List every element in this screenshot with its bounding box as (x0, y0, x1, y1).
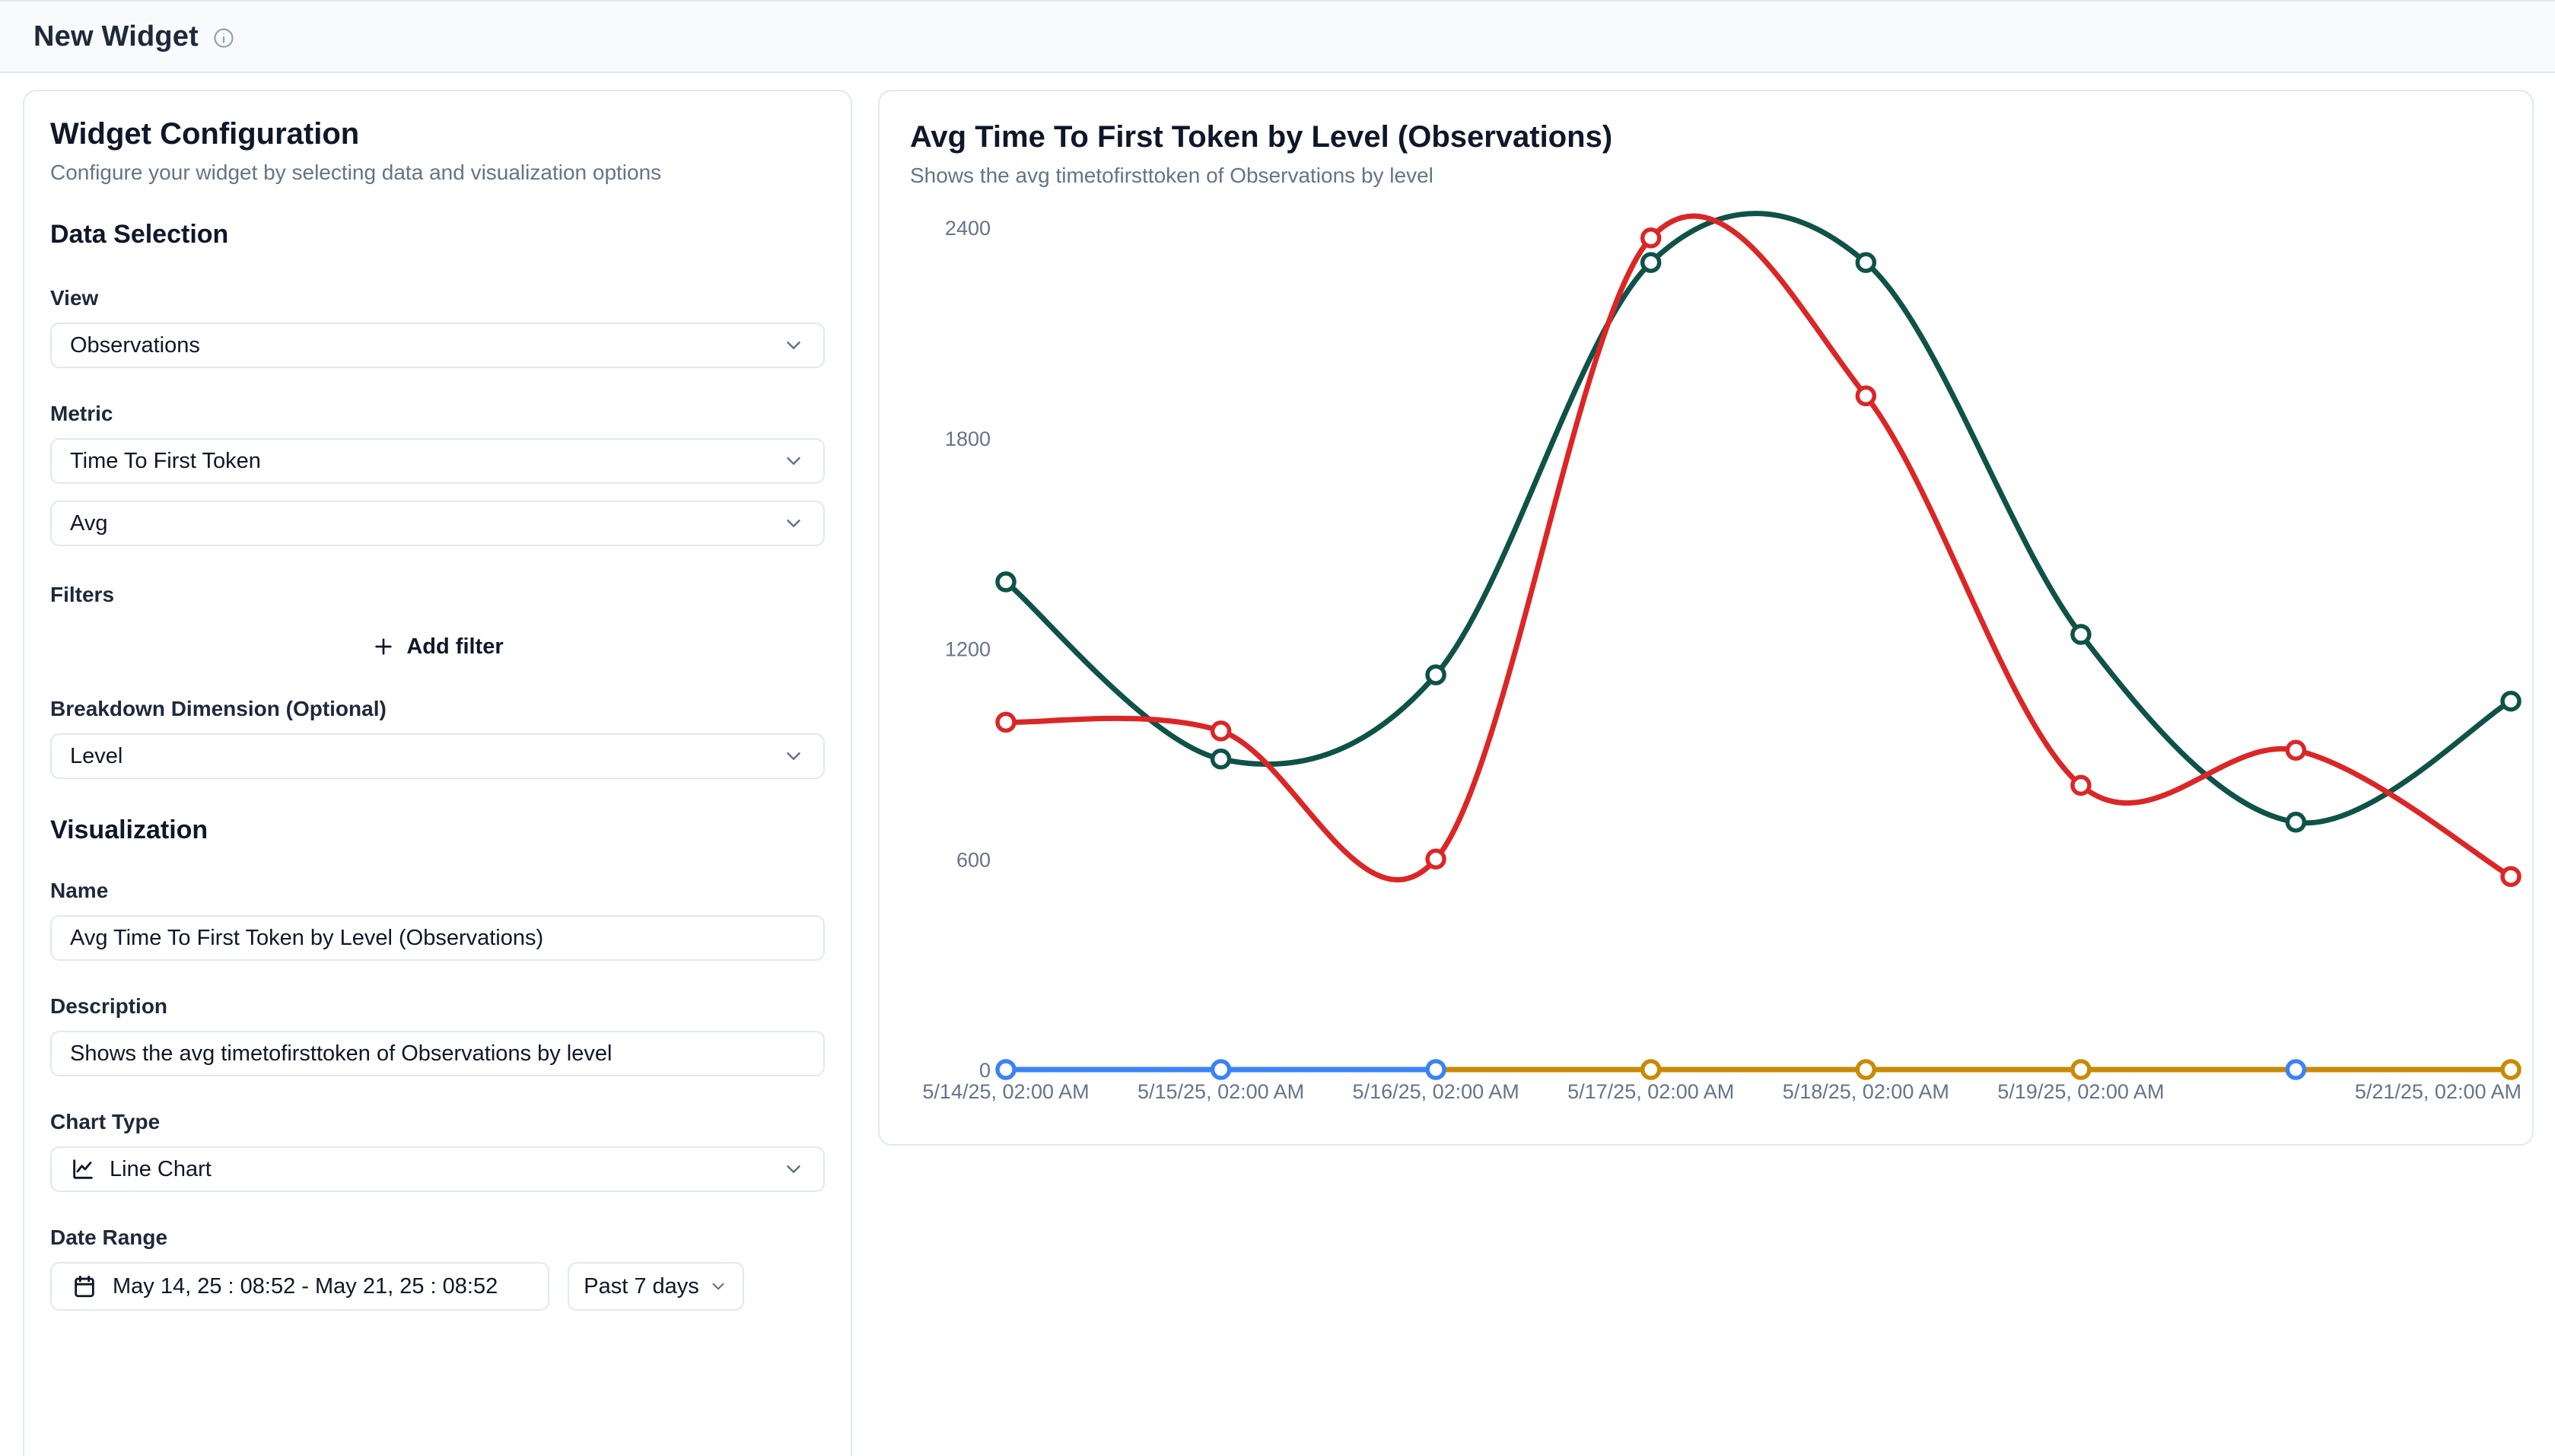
config-panel-title: Widget Configuration (50, 117, 825, 151)
page-header: New Widget (0, 0, 2555, 73)
filters-label: Filters (50, 583, 825, 607)
view-select[interactable]: Observations (50, 323, 825, 368)
metric-select[interactable]: Time To First Token (50, 438, 825, 484)
chart-type-label: Chart Type (50, 1110, 825, 1134)
visualization-heading: Visualization (50, 815, 825, 845)
metric-label: Metric (50, 402, 825, 426)
add-filter-button[interactable]: Add filter (323, 627, 552, 666)
svg-text:5/17/25, 02:00 AM: 5/17/25, 02:00 AM (1567, 1080, 1734, 1103)
svg-text:5/15/25, 02:00 AM: 5/15/25, 02:00 AM (1138, 1080, 1304, 1103)
chevron-down-icon (782, 1158, 805, 1181)
breakdown-dimension-select[interactable]: Level (50, 733, 825, 779)
svg-text:2400: 2400 (945, 217, 991, 240)
chevron-down-icon (782, 450, 805, 472)
page-title: New Widget (33, 21, 199, 53)
plus-icon (371, 634, 396, 659)
config-panel-subtitle: Configure your widget by selecting data … (50, 161, 825, 185)
main-content: Widget Configuration Configure your widg… (0, 73, 2555, 1456)
date-preset-button[interactable]: Past 7 days (568, 1262, 744, 1311)
svg-text:5/16/25, 02:00 AM: 5/16/25, 02:00 AM (1353, 1080, 1519, 1103)
name-label: Name (50, 879, 825, 903)
chevron-down-icon (782, 334, 805, 357)
chart-preview-panel: Avg Time To First Token by Level (Observ… (878, 90, 2534, 1146)
chevron-down-icon (782, 512, 805, 535)
line-chart: 0 600 1200 1800 2400 5/14/25, 02:00 AM 5/15/25… (880, 205, 2535, 1141)
metric-select-value: Time To First Token (70, 449, 261, 474)
calendar-icon (72, 1273, 97, 1299)
breakdown-dimension-label: Breakdown Dimension (Optional) (50, 697, 825, 721)
chart-type-select[interactable]: Line Chart (50, 1146, 825, 1192)
svg-text:5/18/25, 02:00 AM: 5/18/25, 02:00 AM (1783, 1080, 1949, 1103)
svg-text:1800: 1800 (945, 428, 991, 450)
line-chart-icon (70, 1156, 96, 1182)
chevron-down-icon (782, 745, 805, 768)
breakdown-dimension-value: Level (70, 744, 123, 769)
chart-subtitle: Shows the avg timetofirsttoken of Observ… (910, 164, 2502, 188)
chart-type-value: Line Chart (110, 1157, 212, 1182)
info-icon[interactable] (212, 27, 235, 49)
date-preset-value: Past 7 days (584, 1274, 699, 1299)
aggregation-select-value: Avg (70, 511, 107, 536)
data-selection-heading: Data Selection (50, 220, 825, 250)
svg-text:5/21/25, 02:00 AM: 5/21/25, 02:00 AM (2355, 1080, 2522, 1103)
add-filter-label: Add filter (406, 634, 503, 660)
svg-text:5/14/25, 02:00 AM: 5/14/25, 02:00 AM (922, 1080, 1089, 1103)
description-input[interactable] (50, 1031, 825, 1076)
widget-configuration-panel: Widget Configuration Configure your widg… (23, 90, 852, 1456)
svg-text:600: 600 (956, 848, 991, 871)
name-input[interactable] (50, 915, 825, 961)
svg-text:0: 0 (979, 1059, 991, 1082)
svg-text:1200: 1200 (945, 638, 991, 661)
svg-text:5/19/25, 02:00 AM: 5/19/25, 02:00 AM (1997, 1080, 2164, 1103)
date-range-value: May 14, 25 : 08:52 - May 21, 25 : 08:52 (113, 1274, 498, 1299)
chart-title: Avg Time To First Token by Level (Observ… (910, 120, 2502, 154)
date-range-row: May 14, 25 : 08:52 - May 21, 25 : 08:52 … (50, 1262, 825, 1311)
description-label: Description (50, 994, 825, 1019)
aggregation-select[interactable]: Avg (50, 501, 825, 546)
date-range-button[interactable]: May 14, 25 : 08:52 - May 21, 25 : 08:52 (50, 1262, 549, 1311)
view-select-value: Observations (70, 333, 200, 358)
chevron-down-icon (708, 1276, 728, 1296)
date-range-label: Date Range (50, 1226, 825, 1250)
view-label: View (50, 286, 825, 310)
